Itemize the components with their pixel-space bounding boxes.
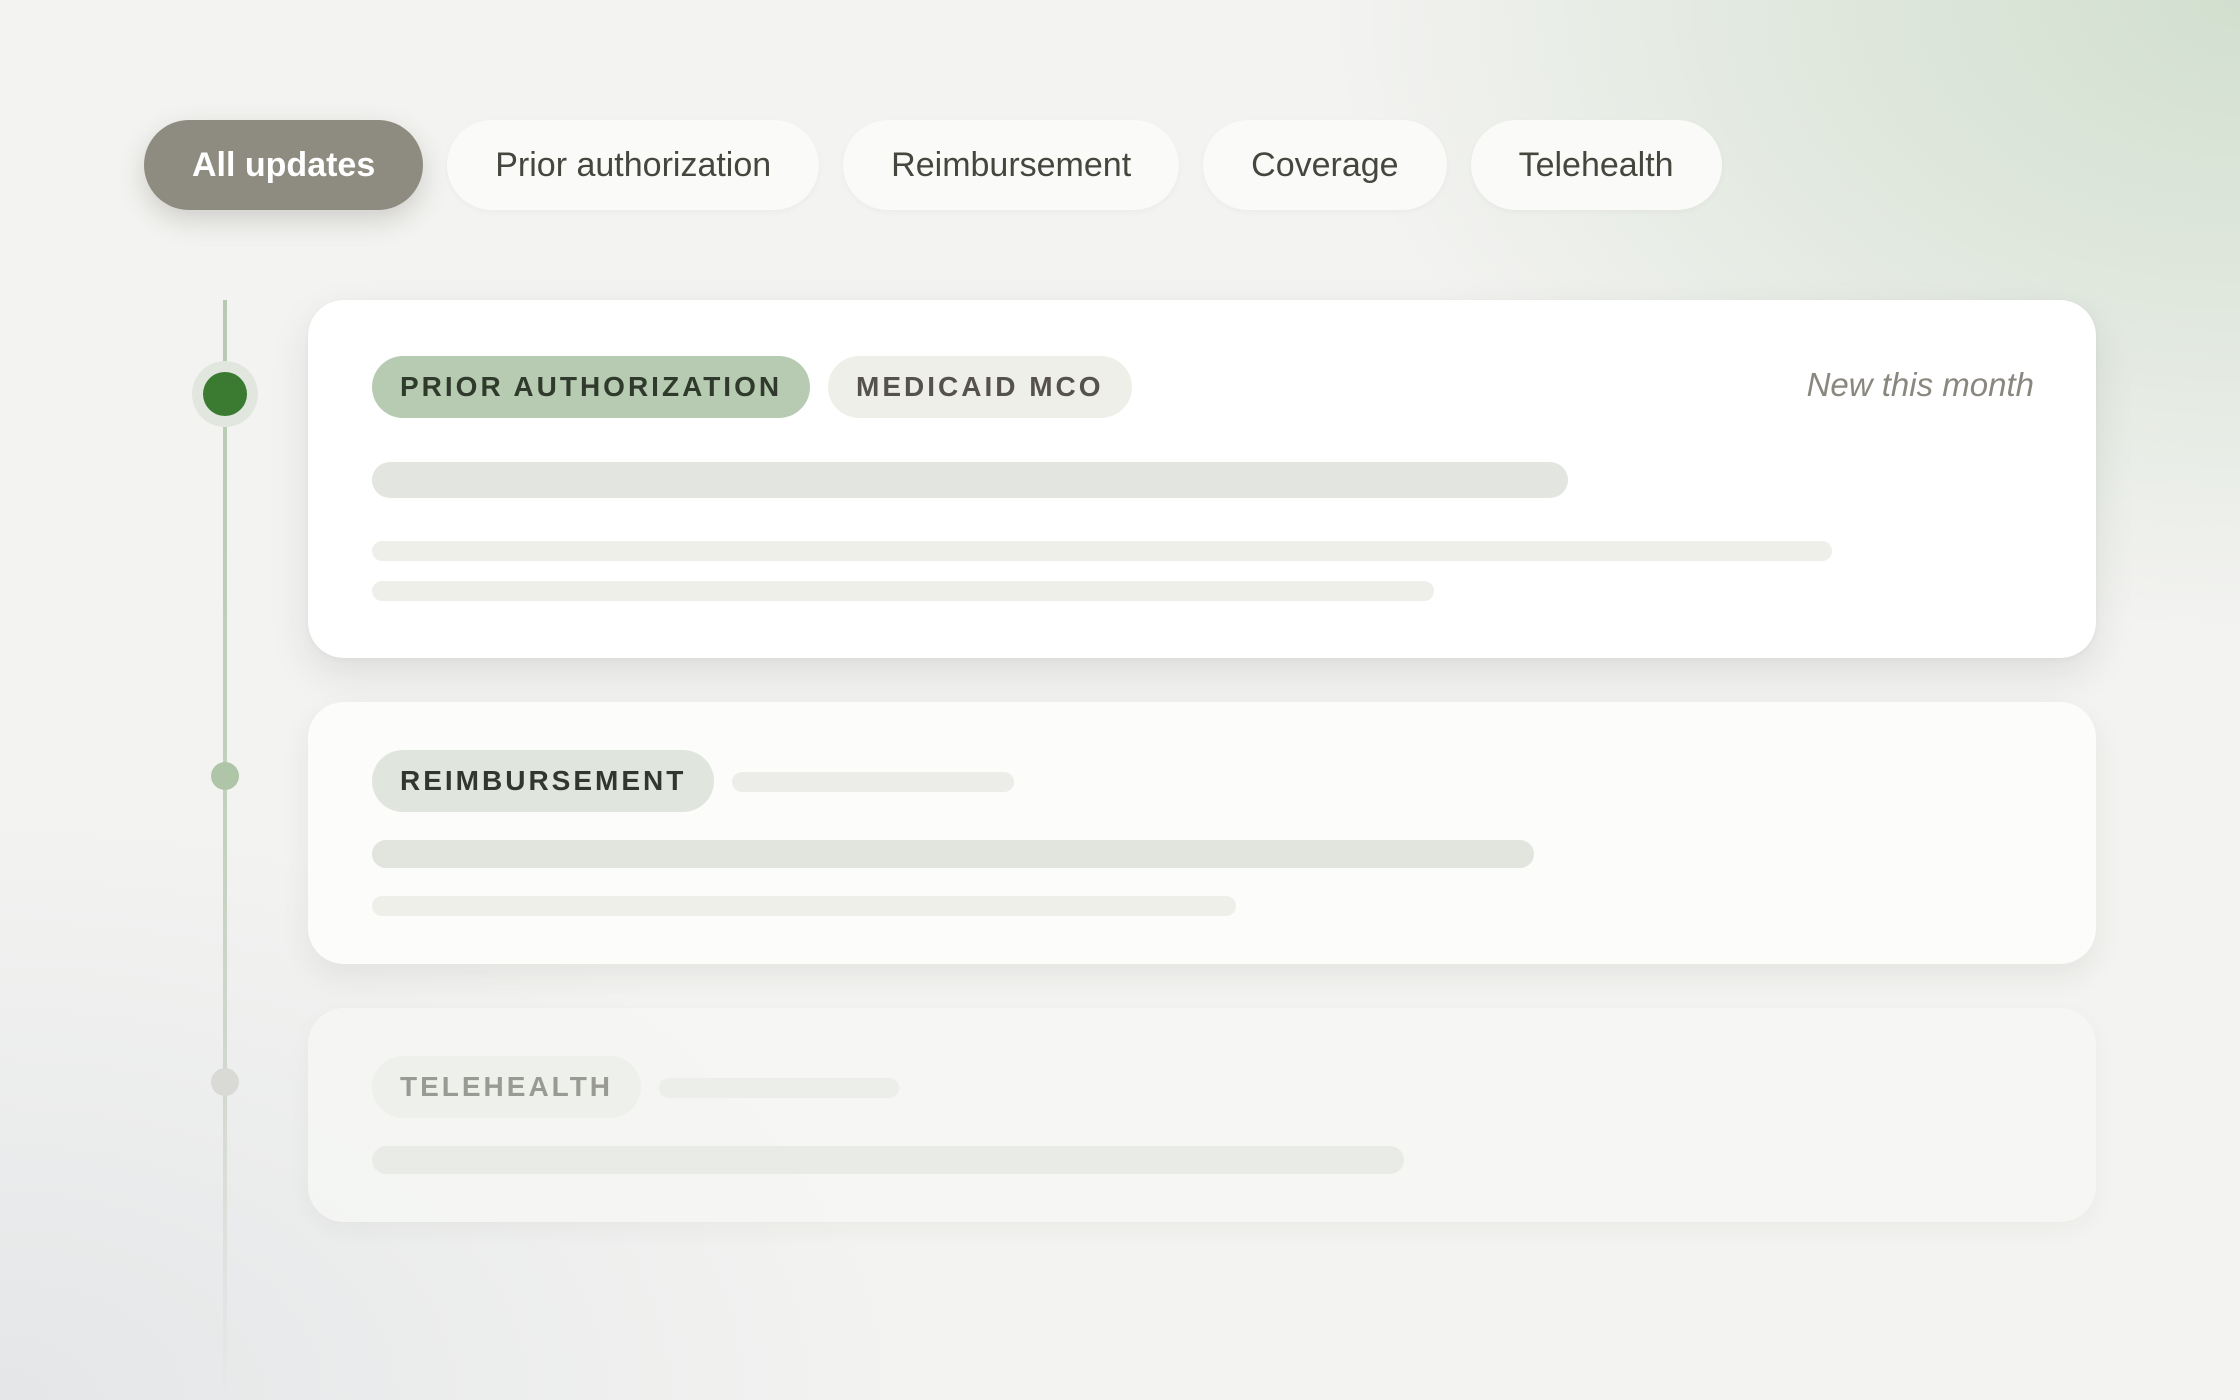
timeline-marker [211, 762, 239, 790]
filter-chip-prior-authorization[interactable]: Prior authorization [447, 120, 820, 210]
filter-chip-telehealth[interactable]: Telehealth [1470, 120, 1722, 210]
title-placeholder [372, 1146, 1404, 1174]
timeline-marker-current [192, 361, 258, 427]
text-line-placeholder [372, 896, 1236, 916]
category-tag-telehealth: TELEHEALTH [372, 1056, 642, 1118]
timeline-rail [223, 300, 227, 1400]
update-card-reimbursement[interactable]: REIMBURSEMENT [308, 702, 2096, 964]
category-tag-medicaid-mco: MEDICAID MCO [828, 356, 1132, 418]
text-line-placeholder [372, 541, 1832, 561]
title-placeholder [372, 840, 1534, 868]
update-card-prior-authorization[interactable]: PRIOR AUTHORIZATION MEDICAID MCO New thi… [308, 300, 2096, 658]
meta-placeholder [732, 772, 1014, 792]
meta-placeholder [659, 1078, 899, 1098]
update-card-telehealth[interactable]: TELEHEALTH [308, 1008, 2096, 1222]
filter-chip-coverage[interactable]: Coverage [1203, 120, 1447, 210]
title-placeholder [372, 462, 1568, 498]
timeline-marker [211, 1068, 239, 1096]
filter-chip-reimbursement[interactable]: Reimbursement [843, 120, 1180, 210]
new-this-month-label: New this month [1806, 366, 2034, 403]
filter-bar: All updates Prior authorization Reimburs… [144, 120, 1722, 210]
category-tag-reimbursement: REIMBURSEMENT [372, 750, 715, 812]
filter-chip-all-updates[interactable]: All updates [144, 120, 424, 210]
category-tag-prior-authorization: PRIOR AUTHORIZATION [372, 356, 811, 418]
text-line-placeholder [372, 581, 1434, 601]
